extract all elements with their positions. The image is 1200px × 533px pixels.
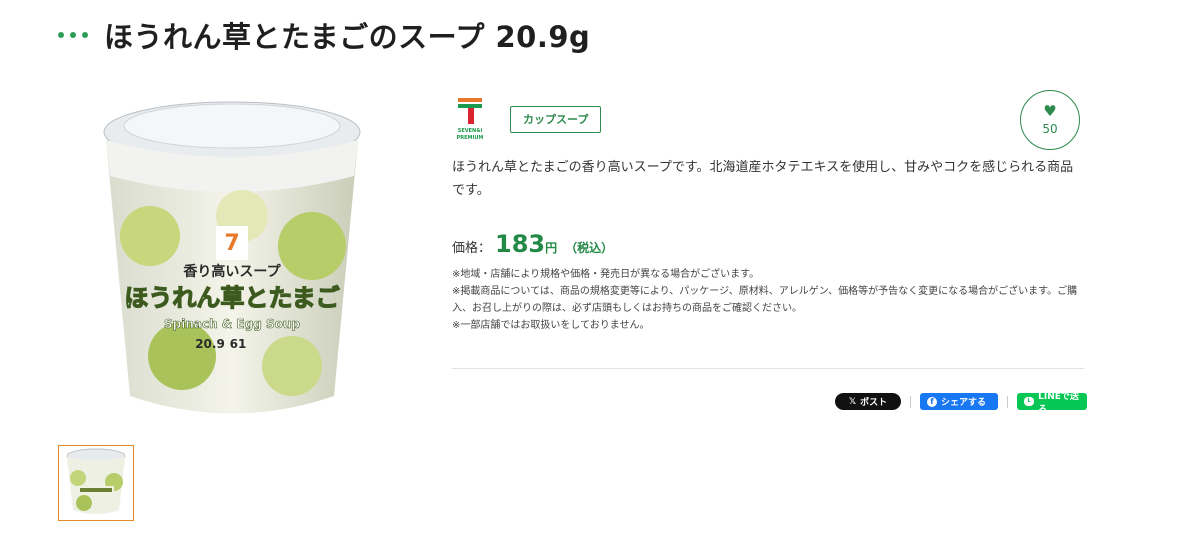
pack-label-main: ほうれん草とたまご [124,284,339,312]
price-tax: （税込） [565,241,614,255]
category-tag[interactable]: カップスープ [510,105,602,133]
divider [452,368,1084,369]
share-buttons: 𝕏 ポスト f シェアする L LINEで送る [835,392,1087,415]
price-label: 価格： [452,241,492,256]
line-share-button[interactable]: L LINEで送る [1017,392,1087,415]
svg-text:PREMIUM: PREMIUM [457,135,484,141]
price: 価格： 183 円 （税込） [452,230,1084,258]
line-icon: L [1024,397,1035,406]
separator [1007,395,1008,408]
page-title: ほうれん草とたまごのスープ 20.9g [104,20,591,54]
product-info: SEVEN&i PREMIUM カップスープ ♥ 50 ほうれん草とたまごの香り… [452,90,1084,369]
page-header: ほうれん草とたまごのスープ 20.9g [58,14,590,56]
seven-premium-logo: SEVEN&i PREMIUM [454,96,486,141]
price-unit: 円 [545,241,558,255]
pack-kcal: 61 [230,337,247,351]
svg-text:7: 7 [224,231,239,256]
facebook-icon: f [927,396,937,407]
note-item: ※掲載商品については、商品の規格変更等により、パッケージ、原材料、アレルゲン、価… [452,286,1078,314]
heart-icon: ♥ [1043,102,1057,120]
note-item: ※地域・店舗により規格や価格・発売日が異なる場合がございます。 [452,269,760,280]
product-description: ほうれん草とたまごの香り高いスープです。北海道産ホタテエキスを使用し、甘みやコク… [452,160,1074,198]
title-dots-icon [58,32,88,38]
pack-label-top: 香り高いスープ [182,263,281,280]
product-thumbnail[interactable] [58,445,134,521]
svg-text:SEVEN&i: SEVEN&i [458,128,483,134]
product-image: 7 香り高いスープ ほうれん草とたまご Spinach & Egg Soup 2… [92,96,372,426]
like-count: 50 [1042,122,1058,136]
pack-label-en: Spinach & Egg Soup [164,317,300,331]
facebook-share-button[interactable]: f シェアする [920,393,998,410]
like-button[interactable]: ♥ 50 [1020,90,1080,150]
price-value: 183 [495,230,546,258]
notes: ※地域・店舗により規格や価格・発売日が異なる場合がございます。 ※掲載商品につい… [452,266,1084,334]
pack-weight: 20.9 [195,337,225,351]
x-logo-icon: 𝕏 [848,396,857,407]
x-post-button[interactable]: 𝕏 ポスト [835,393,901,410]
separator [910,395,911,408]
note-item: ※一部店舗ではお取扱いをしておりません。 [452,320,650,331]
